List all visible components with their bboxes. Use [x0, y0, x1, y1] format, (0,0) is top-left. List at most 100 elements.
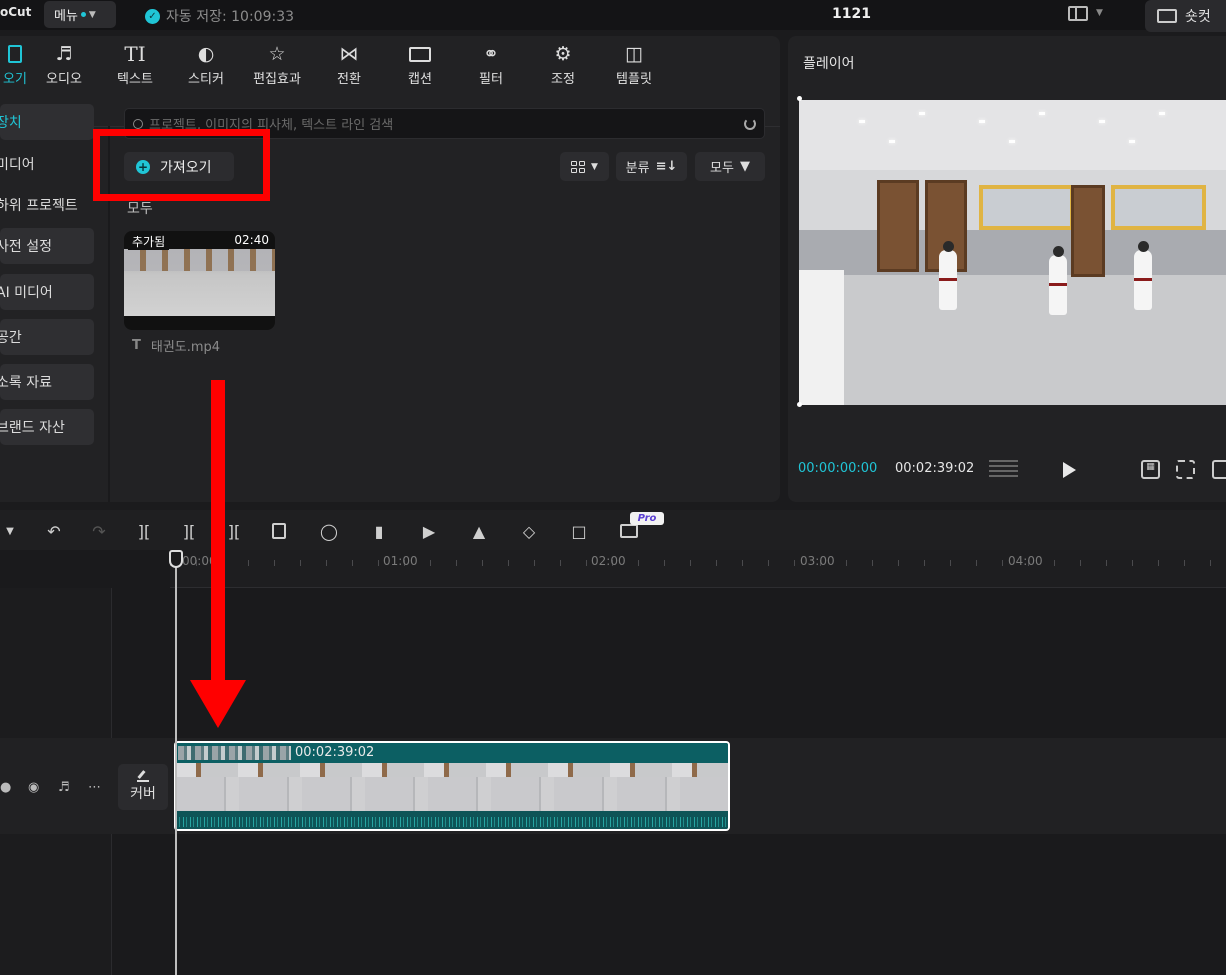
video-light [1099, 120, 1105, 123]
filter-button[interactable]: 모두 ▼ [695, 152, 765, 181]
tab-template[interactable]: ◫ 템플릿 [599, 42, 669, 87]
sticker-icon: ◐ [197, 43, 215, 65]
tab-sticker[interactable]: ◐ 스티커 [171, 42, 241, 87]
notification-dot [80, 12, 86, 17]
playhead[interactable] [175, 550, 177, 975]
more-icon[interactable]: ⋯ [88, 780, 101, 795]
filter-icon: ⚭ [483, 43, 499, 65]
sidebar-item-ai-media[interactable]: AI 미디어 [0, 274, 94, 310]
freeze-icon[interactable]: ▮ [369, 521, 389, 541]
clip-header: 00:02:39:02 [176, 743, 728, 763]
layout-icon[interactable] [1068, 6, 1088, 21]
annotation-arrow-head [190, 680, 246, 728]
crop-handle[interactable] [797, 96, 802, 101]
chevron-down-icon: ▼ [88, 9, 96, 20]
split-icon[interactable]: ][ [134, 521, 154, 541]
crop-icon[interactable]: □ [569, 521, 589, 541]
menu-label: 메뉴 [54, 9, 78, 24]
text-icon: TI [124, 42, 146, 66]
video-clip[interactable]: 00:02:39:02 [174, 741, 730, 831]
cover-button[interactable]: 커버 [118, 764, 168, 810]
clip-name-blurred [178, 746, 291, 760]
filter-label: 모두 [710, 161, 734, 176]
chevron-down-icon: ▼ [591, 161, 598, 172]
video-light [919, 112, 925, 115]
sidebar-item-media[interactable]: 미디어 [0, 146, 94, 182]
time-ruler[interactable]: 00:00 01:00 02:00 03:00 04:00 [170, 550, 1226, 588]
ruler-ticks [170, 560, 1226, 566]
pencil-icon [137, 772, 149, 782]
media-filename: 태권도.mp4 [150, 340, 221, 355]
tab-effects[interactable]: ☆ 편집효과 [242, 42, 312, 87]
tab-label: 텍스트 [117, 72, 153, 87]
sidebar-item-device[interactable]: 장치 [0, 104, 94, 140]
tab-caption[interactable]: 캡션 [385, 42, 455, 87]
audio-icon: ♬ [55, 43, 73, 65]
video-light [1159, 112, 1165, 115]
rotate-icon[interactable]: ◇ [519, 521, 539, 541]
tab-audio[interactable]: ♬ 오디오 [29, 42, 99, 87]
timeline-panel: ▼ ↶ ↷ ][ ][ ][ ◯ ▮ ▶ ▲ ◇ □ Pro 00:00 01:… [0, 510, 1226, 975]
play-icon[interactable] [1063, 462, 1076, 478]
video-type-icon: T [132, 338, 141, 353]
shortcut-button[interactable]: 숏컷 [1145, 0, 1226, 32]
tab-label: 오디오 [46, 72, 82, 87]
sidebar-item-brand-assets[interactable]: 브랜드 자산 [0, 409, 94, 445]
adjust-icon: ⚙ [554, 43, 572, 65]
sidebar-item-presets[interactable]: 사전 설정 [0, 228, 94, 264]
template-icon: ◫ [625, 43, 643, 65]
project-title[interactable]: 1121 [832, 6, 871, 22]
sidebar-item-subprojects[interactable]: 하위 프로젝트 [0, 187, 94, 223]
tab-label: 스티커 [188, 72, 224, 87]
video-light [859, 120, 865, 123]
crop-handle[interactable] [797, 402, 802, 407]
video-wall-lower [799, 230, 1226, 275]
media-panel: 오기 ♬ 오디오 TI 텍스트 ◐ 스티커 ☆ 편집효과 ⋈ 전환 캡션 ⚭ 필… [0, 36, 780, 502]
mirror-icon[interactable]: ▲ [469, 521, 489, 541]
effects-icon: ☆ [268, 43, 286, 65]
eye-icon[interactable]: ◉ [28, 780, 39, 795]
video-window [979, 185, 1074, 230]
marker-icon[interactable]: ◯ [319, 521, 339, 541]
trim-right-icon[interactable]: ][ [224, 521, 244, 541]
sidebar-item-space[interactable]: 공간 [0, 319, 94, 355]
shortcut-label: 숏컷 [1185, 9, 1211, 25]
ratio-icon[interactable]: ▦ [1141, 460, 1160, 479]
tab-text[interactable]: TI 텍스트 [100, 42, 170, 87]
video-light [1039, 112, 1045, 115]
video-light [1129, 140, 1135, 143]
sidebar-item-label: 하위 프로젝트 [0, 198, 78, 214]
menu-button[interactable]: 메뉴 ▼ [44, 1, 116, 28]
trim-left-icon[interactable]: ][ [179, 521, 199, 541]
sidebar-item-library[interactable]: 소록 자료 [0, 364, 94, 400]
lock-icon[interactable]: ● [0, 780, 11, 795]
timecode-toggle-icon[interactable] [989, 460, 1018, 477]
fullscreen-icon[interactable] [1212, 460, 1226, 479]
tab-adjust[interactable]: ⚙ 조정 [528, 42, 598, 87]
pro-badge: Pro [630, 512, 664, 525]
reverse-play-icon[interactable]: ▶ [419, 521, 439, 541]
cover-label: 커버 [130, 785, 156, 802]
media-thumbnail[interactable]: 추가됨 02:40 [124, 231, 275, 330]
sort-button[interactable]: 분류 ≡↓ [616, 152, 687, 181]
chevron-down-icon[interactable]: ▼ [0, 521, 20, 541]
funnel-icon: ▼ [739, 159, 750, 174]
added-badge: 추가됨 [128, 233, 170, 250]
sidebar-item-label: 소록 자료 [0, 375, 52, 391]
video-preview[interactable] [799, 100, 1226, 405]
tab-filter[interactable]: ⚭ 필터 [456, 42, 526, 87]
transition-icon: ⋈ [339, 43, 359, 65]
delete-icon[interactable] [269, 521, 289, 541]
undo-icon[interactable]: ↶ [44, 521, 64, 541]
playhead-handle[interactable] [169, 550, 183, 568]
grid-icon [571, 160, 586, 173]
video-person [1134, 241, 1152, 310]
speaker-icon[interactable]: ♬ [58, 780, 70, 795]
redo-icon[interactable]: ↷ [89, 521, 109, 541]
top-bar: oCut 메뉴 ▼ ✓ 자동 저장: 10:09:33 1121 ▼ 숏컷 [0, 0, 1226, 32]
refresh-icon[interactable] [744, 118, 756, 130]
view-mode-button[interactable]: ▼ [560, 152, 609, 181]
zoom-fit-icon[interactable] [1176, 460, 1195, 479]
tab-transition[interactable]: ⋈ 전환 [314, 42, 384, 87]
chevron-down-icon[interactable]: ▼ [1096, 8, 1103, 18]
